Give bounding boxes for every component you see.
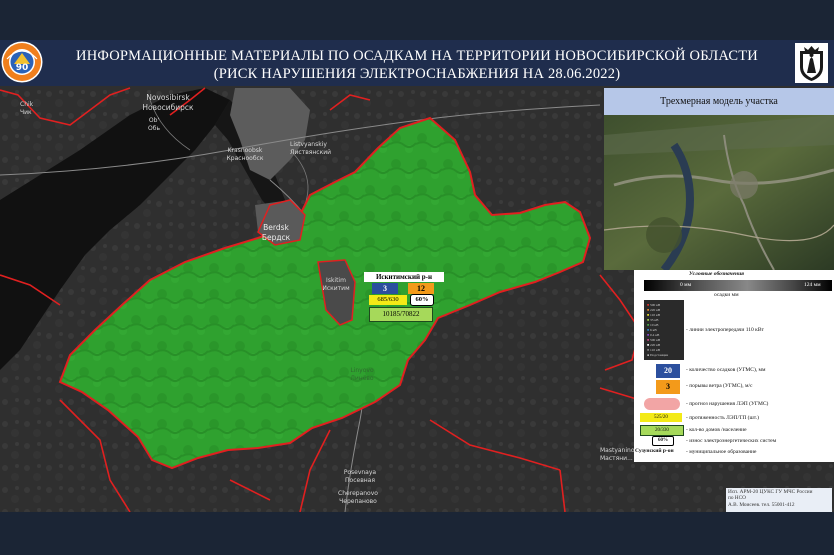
label-chik-ru: Чик (20, 109, 32, 116)
legend-lines-value: 525/20 (640, 413, 682, 422)
legend-precip-caption: - количество осадков (УГМС), мм (686, 367, 766, 373)
legend-forecast-swatch (644, 398, 680, 410)
popup-percent-value: 60% (410, 294, 434, 306)
label-posevnaya-ru: Посевная (345, 477, 375, 484)
label-iskitim: Iskitim (326, 277, 346, 284)
label-listvyanskiy: Listvyanskiy (290, 141, 327, 148)
label-listvyanskiy-ru: Листвянский (290, 149, 331, 156)
label-novosibirsk-ru: Новосибирск (142, 103, 194, 112)
label-berdsk-ru: Бердск (262, 233, 291, 242)
label-ob: Ob' (149, 117, 160, 124)
legend-wind-value: 3 (656, 380, 680, 394)
legend-houses-value: 20/330 (640, 425, 684, 436)
legend-percent-value: 60% (652, 436, 674, 446)
label-cherepanovo-ru: Черепаново (339, 498, 377, 505)
mchs-90-logo-icon: 90 (1, 41, 43, 83)
label-ob-ru: Обь (148, 125, 160, 132)
label-mastyanino-ru: Мастяни... (600, 455, 633, 462)
credit-box: Исп. АРМ-20 ЦУКС ГУ МЧС России по НСО А.… (726, 488, 832, 512)
label-berdsk: Berdsk (263, 223, 289, 232)
popup-wind-value: 12 (408, 283, 434, 294)
popup-precip-value: 3 (372, 283, 398, 294)
kv-caption: - линии электропередачи 110 кВт (686, 327, 764, 333)
label-chik: Chik (20, 101, 34, 108)
label-novosibirsk: Novosibirsk (146, 93, 190, 102)
scale-max-label: 124 мм (804, 282, 821, 288)
inset-3d-model[interactable] (604, 115, 834, 270)
label-krasnoobsk: Krasnoobsk (228, 147, 263, 154)
label-linyovo-ru: Линёво (350, 375, 374, 382)
inset-title: Трехмерная модель участка (604, 88, 834, 115)
legend-houses-caption: - кол-во домов /население (686, 427, 747, 433)
label-linyovo: Linyovo (350, 367, 374, 374)
header-band: ИНФОРМАЦИОННЫЕ МАТЕРИАЛЫ ПО ОСАДКАМ НА Т… (0, 40, 834, 86)
coat-of-arms-icon (795, 43, 828, 83)
label-mastyanino: Mastyanino (600, 447, 635, 454)
popup-houses-value: 10185/70822 (369, 307, 433, 322)
scale-min-label: 0 мм (680, 282, 692, 288)
legend-title: Условные обозначения (689, 271, 744, 277)
popup-district-name: Искитимский р-н (364, 272, 444, 282)
label-krasnoobsk-ru: Краснообск (227, 155, 264, 162)
popup-lines-value: 685/630 (369, 295, 407, 305)
legend-forecast-caption: - прогноз нарушения ЛЭП (УГМС) (686, 401, 769, 407)
legend-district-caption: - муниципальное образование (686, 449, 757, 455)
svg-text:90: 90 (16, 63, 29, 73)
legend-lines-caption: - протяженность ЛЭП/ТП (шт.) (686, 415, 759, 421)
legend-wind-caption: - порывы ветра (УГМС), м/с (686, 383, 753, 389)
label-cherepanovo: Cherepanovo (338, 490, 378, 497)
label-posevnaya: Posevnaya (344, 469, 376, 476)
title-line-1: ИНФОРМАЦИОННЫЕ МАТЕРИАЛЫ ПО ОСАДКАМ НА Т… (76, 48, 758, 64)
legend-percent-caption: - износ электроэнергетических систем (686, 438, 777, 444)
label-iskitim-ru: Искитим (322, 285, 349, 292)
legend-precip-value: 20 (656, 364, 680, 378)
legend-panel: Условные обозначения 0 мм 124 мм осадки … (634, 270, 834, 462)
legend-district-value: Сузунский р-он (635, 448, 674, 454)
credit-line-3: А.В. Моисеев. тел. 55001-412 (728, 501, 795, 508)
kv-legend-box: ■ 500 кВ ■ 220 кВ ■ 110 кВ ■ 35 кВ ■ 10 … (644, 300, 684, 360)
slide: ИНФОРМАЦИОННЫЕ МАТЕРИАЛЫ ПО ОСАДКАМ НА Т… (0, 0, 834, 555)
scale-caption: осадки мм (714, 292, 739, 298)
title-line-2: (РИСК НАРУШЕНИЯ ЭЛЕКТРОСНАБЖЕНИЯ НА 28.0… (213, 66, 621, 82)
